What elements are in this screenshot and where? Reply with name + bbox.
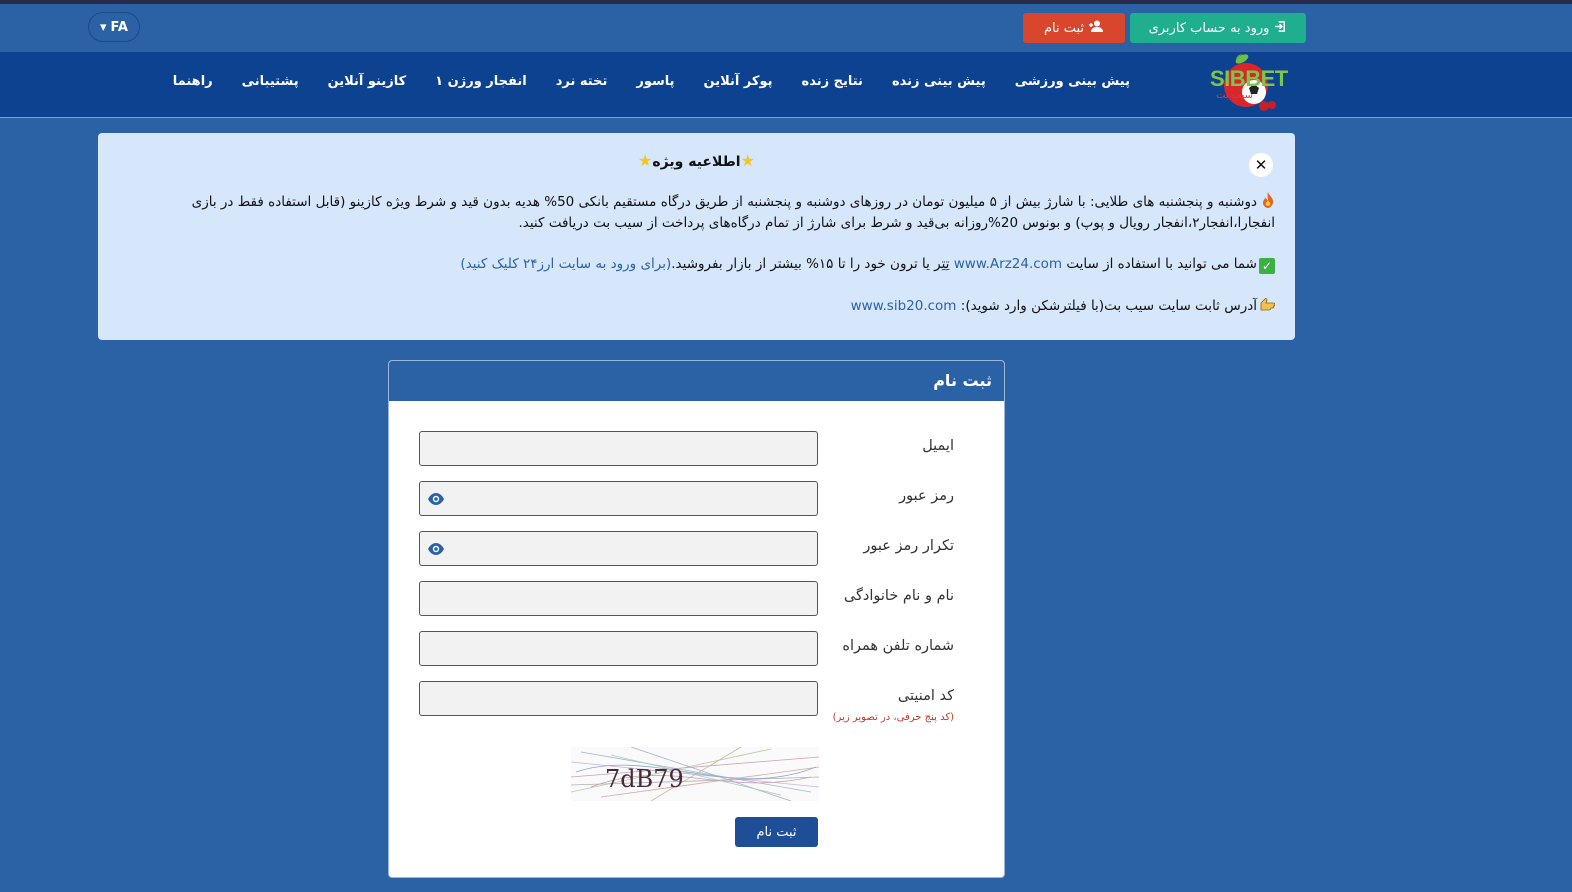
- captcha-text: 7dB79: [605, 765, 684, 793]
- security-code-field[interactable]: [419, 681, 818, 716]
- mobile-field[interactable]: [419, 631, 818, 666]
- nav-item-online-casino[interactable]: کازینو آنلاین: [328, 74, 407, 89]
- register-form-card: ثبت نام ایمیل رمز عبور تکرار رمز عبور نا…: [388, 360, 1005, 878]
- full-name-row: نام و نام خانوادگی: [389, 581, 1004, 617]
- email-label: ایمیل: [922, 438, 954, 454]
- notice-paragraph-address: آدرس ثابت سایت سیب بت(با فیلترشکن وارد ش…: [851, 296, 1276, 317]
- register-top-label: ثبت نام: [1043, 20, 1085, 36]
- logo-subtitle: سیب بت: [1216, 90, 1253, 101]
- star-icon: ★: [638, 151, 653, 170]
- caret-down-icon: ▾: [100, 19, 107, 35]
- top-bar: ورود به حساب کاربری ثبت نام ▾ FA: [0, 4, 1572, 52]
- login-button[interactable]: ورود به حساب کاربری: [1130, 13, 1306, 43]
- nav-item-backgammon[interactable]: تخته نرد: [556, 74, 608, 89]
- sib20-link[interactable]: www.sib20.com: [851, 298, 957, 314]
- user-plus-icon: [1089, 20, 1104, 36]
- full-name-field[interactable]: [419, 581, 818, 616]
- password-field[interactable]: [419, 481, 818, 516]
- nav-item-crash-v1[interactable]: انفجار ورژن ۱: [435, 74, 527, 89]
- notice-title: ★اطلاعیه ویژه★: [638, 151, 755, 170]
- nav-item-pasur[interactable]: پاسور: [636, 74, 674, 89]
- submit-register-button[interactable]: ثبت نام: [735, 817, 818, 847]
- register-form-title: ثبت نام: [389, 361, 1004, 401]
- sign-in-icon: [1274, 20, 1287, 37]
- nav-menu: پیش بینی ورزشی پیش بینی زنده نتایج زنده …: [173, 74, 1130, 89]
- password-repeat-field[interactable]: [419, 531, 818, 566]
- nav-item-live-results[interactable]: نتایج زنده: [802, 74, 863, 89]
- language-label: FA: [110, 19, 128, 35]
- check-icon: ✓: [1259, 258, 1275, 274]
- nav-item-support[interactable]: پشتیبانی: [242, 74, 299, 89]
- logo-wordmark: SIBBET: [1210, 66, 1288, 91]
- eye-icon[interactable]: [427, 490, 445, 508]
- nav-item-sports-betting[interactable]: پیش بینی ورزشی: [1015, 74, 1130, 89]
- security-code-hint: (کد پنج حرفی، در تصویر زیر): [832, 712, 954, 723]
- nav-item-live-betting[interactable]: پیش بینی زنده: [892, 74, 986, 89]
- login-button-label: ورود به حساب کاربری: [1148, 20, 1270, 36]
- security-code-row: کد امنیتی (کد پنج حرفی، در تصویر زیر): [389, 681, 1004, 729]
- special-notice-panel: ✕ ★اطلاعیه ویژه★ دوشنبه و پنجشنبه های طل…: [98, 133, 1295, 340]
- nav-item-help[interactable]: راهنما: [173, 74, 213, 89]
- main-navbar: SIBBET سیب بت پیش بینی ورزشی پیش بینی زن…: [0, 52, 1572, 118]
- full-name-label: نام و نام خانوادگی: [843, 588, 954, 604]
- email-row: ایمیل: [389, 431, 1004, 467]
- password-row: رمز عبور: [389, 481, 1004, 517]
- site-logo[interactable]: SIBBET سیب بت: [1160, 52, 1288, 114]
- fire-icon: [1259, 192, 1275, 208]
- language-selector[interactable]: ▾ FA: [88, 12, 140, 42]
- email-field[interactable]: [419, 431, 818, 466]
- nav-item-online-poker[interactable]: پوکر آنلاین: [704, 74, 773, 89]
- pointing-hand-icon: [1259, 298, 1276, 314]
- notice-paragraph-golden-days: دوشنبه و پنجشنبه های طلایی: با شارژ بیش …: [191, 192, 1275, 231]
- password-label: رمز عبور: [899, 488, 954, 504]
- captcha-image: 7dB79: [570, 746, 820, 802]
- mobile-row: شماره تلفن همراه: [389, 631, 1004, 667]
- password-repeat-label: تکرار رمز عبور: [863, 538, 954, 554]
- eye-icon[interactable]: [427, 540, 445, 558]
- arz24-link[interactable]: www.Arz24.com: [954, 256, 1062, 272]
- notice-paragraph-arz24: ✓شما می توانید با استفاده از سایت www.Ar…: [460, 254, 1275, 275]
- arz24-enter-link[interactable]: (برای ورود به سایت ارز۲۴ کلیک کنید): [460, 256, 671, 272]
- star-icon: ★: [740, 151, 755, 170]
- mobile-label: شماره تلفن همراه: [842, 638, 954, 654]
- security-code-label: کد امنیتی: [897, 688, 954, 704]
- password-repeat-row: تکرار رمز عبور: [389, 531, 1004, 567]
- register-top-button[interactable]: ثبت نام: [1023, 13, 1125, 43]
